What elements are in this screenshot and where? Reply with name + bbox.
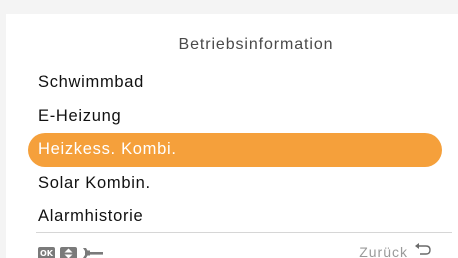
menu-list: Schwimmbad E-Heizung Heizkess. Kombi. So… (28, 66, 456, 234)
back-arrow-icon[interactable] (414, 240, 432, 258)
menu-item-schwimmbad[interactable]: Schwimmbad (28, 66, 456, 100)
footer-divider (36, 232, 452, 233)
left-frame (0, 0, 6, 258)
top-frame (0, 0, 458, 14)
menu-item-e-heizung[interactable]: E-Heizung (28, 100, 456, 134)
menu-item-solar-kombin[interactable]: Solar Kombin. (28, 167, 456, 201)
up-down-glyph (64, 248, 73, 258)
menu-item-heizkessel-kombi[interactable]: Heizkess. Kombi. (28, 133, 442, 167)
ok-icon: OK (38, 247, 55, 258)
back-label[interactable]: Zurück (359, 244, 408, 258)
operation-info-screen: Betriebsinformation Schwimmbad E-Heizung… (0, 0, 458, 258)
footer-bar: OK Zurück (38, 240, 452, 258)
menu-item-alarmhistorie[interactable]: Alarmhistorie (28, 200, 456, 234)
up-down-icon (60, 247, 77, 258)
wrench-icon (82, 246, 104, 258)
page-title: Betriebsinformation (178, 36, 334, 53)
